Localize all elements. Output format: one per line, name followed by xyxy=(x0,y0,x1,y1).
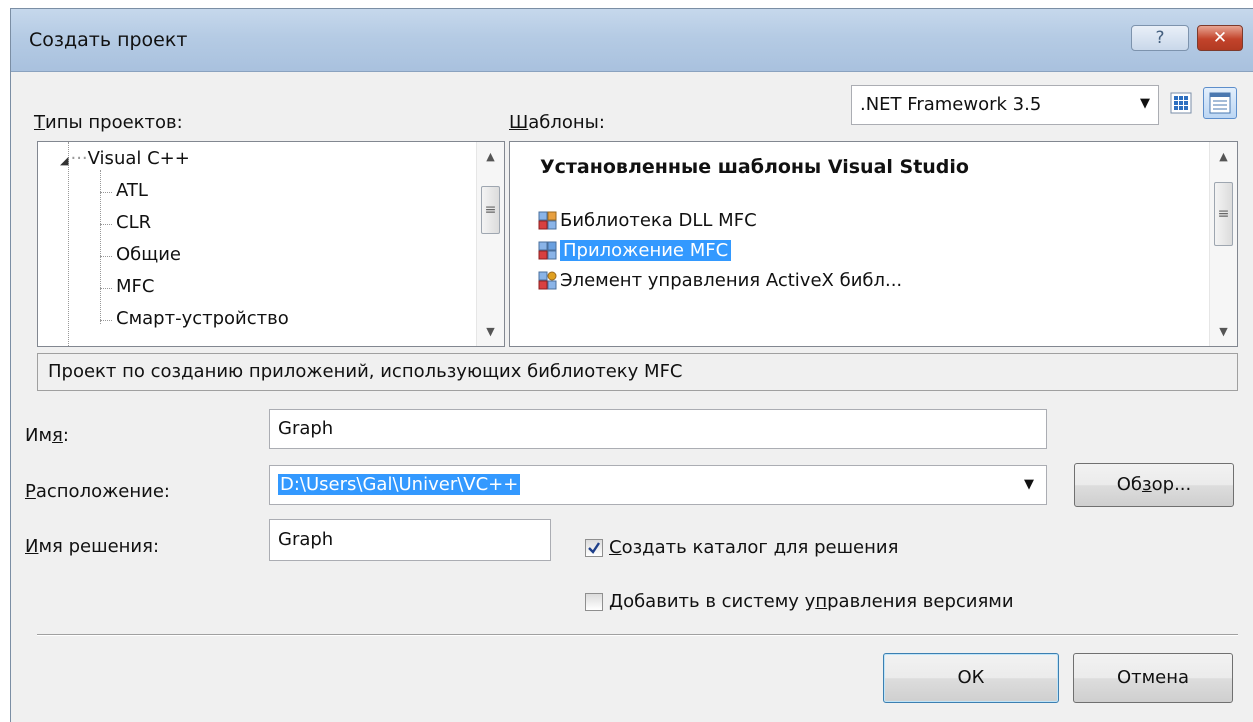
dropdown-arrow-icon[interactable]: ▼ xyxy=(1024,466,1034,504)
tree-item-smart-device[interactable]: Смарт-устройство xyxy=(116,308,289,329)
add-source-control-label[interactable]: Добавить в систему управления версиями xyxy=(609,591,1014,612)
tree-item-mfc[interactable]: MFC xyxy=(116,276,154,297)
templates-list[interactable]: Установленные шаблоны Visual Studio Библ… xyxy=(509,141,1238,347)
ok-button[interactable]: ОК xyxy=(883,653,1059,703)
scroll-down-arrow-icon[interactable]: ▼ xyxy=(477,325,504,338)
tree-connector xyxy=(100,256,112,257)
framework-select[interactable]: .NET Framework 3.5 ▼ xyxy=(851,85,1159,125)
scroll-thumb[interactable]: ≡ xyxy=(1214,182,1233,246)
framework-value: .NET Framework 3.5 xyxy=(860,94,1042,115)
templates-scrollbar[interactable]: ▲ ≡ ▼ xyxy=(1209,142,1237,346)
description-bar: Проект по созданию приложений, использую… xyxy=(37,353,1238,391)
help-button[interactable]: ? xyxy=(1131,25,1189,51)
separator xyxy=(37,634,1238,636)
checkmark-icon xyxy=(588,542,600,554)
large-icons-icon xyxy=(1170,92,1192,114)
tree-connector xyxy=(100,224,112,225)
templates-section-header: Установленные шаблоны Visual Studio xyxy=(540,156,969,178)
tree-item-clr[interactable]: CLR xyxy=(116,212,151,233)
create-directory-checkbox[interactable] xyxy=(585,539,603,557)
create-directory-label[interactable]: Создать каталог для решения xyxy=(609,537,898,558)
project-types-label: Типы проектов: xyxy=(34,112,183,133)
list-view-button[interactable] xyxy=(1203,87,1237,119)
title-bar[interactable]: Создать проект ? ✕ xyxy=(11,9,1253,72)
name-input[interactable]: Graph xyxy=(269,409,1047,449)
large-icons-view-button[interactable] xyxy=(1167,89,1195,117)
solution-name-input[interactable]: Graph xyxy=(269,519,551,561)
list-view-icon xyxy=(1209,92,1231,114)
new-project-dialog: Создать проект ? ✕ Типы проектов: ◢ ···Vi… xyxy=(10,8,1253,722)
tree-scrollbar[interactable]: ▲ ≡ ▼ xyxy=(476,142,504,346)
tree-connector xyxy=(100,170,101,324)
location-combobox[interactable]: D:\Users\Gal\Univer\VC++ ▼ xyxy=(269,465,1047,505)
tree-connector xyxy=(100,320,112,321)
help-icon: ? xyxy=(1155,28,1165,48)
tree-connector xyxy=(68,142,69,346)
templates-label: Шаблоны: xyxy=(509,112,605,133)
tree-item-general[interactable]: Общие xyxy=(116,244,181,265)
solution-name-label: Имя решения: xyxy=(25,536,160,557)
scroll-up-arrow-icon[interactable]: ▲ xyxy=(477,150,504,163)
close-icon: ✕ xyxy=(1212,28,1228,48)
tree-connector xyxy=(100,288,112,289)
template-item-mfc-app[interactable]: Приложение MFC xyxy=(538,238,732,264)
expanded-arrow-icon[interactable]: ◢ xyxy=(60,154,68,167)
template-item-mfc-dll[interactable]: Библиотека DLL MFC xyxy=(538,208,757,234)
cancel-button[interactable]: Отмена xyxy=(1073,653,1233,703)
location-label: Расположение: xyxy=(25,481,170,502)
name-label: Имя: xyxy=(25,425,69,446)
scroll-up-arrow-icon[interactable]: ▲ xyxy=(1210,150,1237,163)
browse-button[interactable]: Обзор... xyxy=(1074,463,1234,507)
mfc-dll-icon xyxy=(538,211,558,231)
tree-connector xyxy=(100,192,112,193)
window-title: Создать проект xyxy=(29,29,188,51)
description-text: Проект по созданию приложений, использую… xyxy=(48,361,683,382)
tree-item-visual-cpp[interactable]: ◢ ···Visual C++ xyxy=(60,148,190,169)
mfc-app-icon xyxy=(538,241,558,261)
scroll-down-arrow-icon[interactable]: ▼ xyxy=(1210,325,1237,338)
project-types-tree[interactable]: ◢ ···Visual C++ ATL CLR Общие MFC Смарт-у… xyxy=(37,141,505,347)
activex-control-icon xyxy=(538,271,558,291)
add-source-control-checkbox[interactable] xyxy=(585,593,603,611)
dropdown-arrow-icon: ▼ xyxy=(1140,96,1150,111)
scroll-thumb[interactable]: ≡ xyxy=(481,186,500,234)
template-item-activex-control[interactable]: Элемент управления ActiveX библ... xyxy=(538,268,902,294)
tree-item-atl[interactable]: ATL xyxy=(116,180,148,201)
location-value: D:\Users\Gal\Univer\VC++ xyxy=(278,474,521,495)
close-button[interactable]: ✕ xyxy=(1197,25,1243,51)
